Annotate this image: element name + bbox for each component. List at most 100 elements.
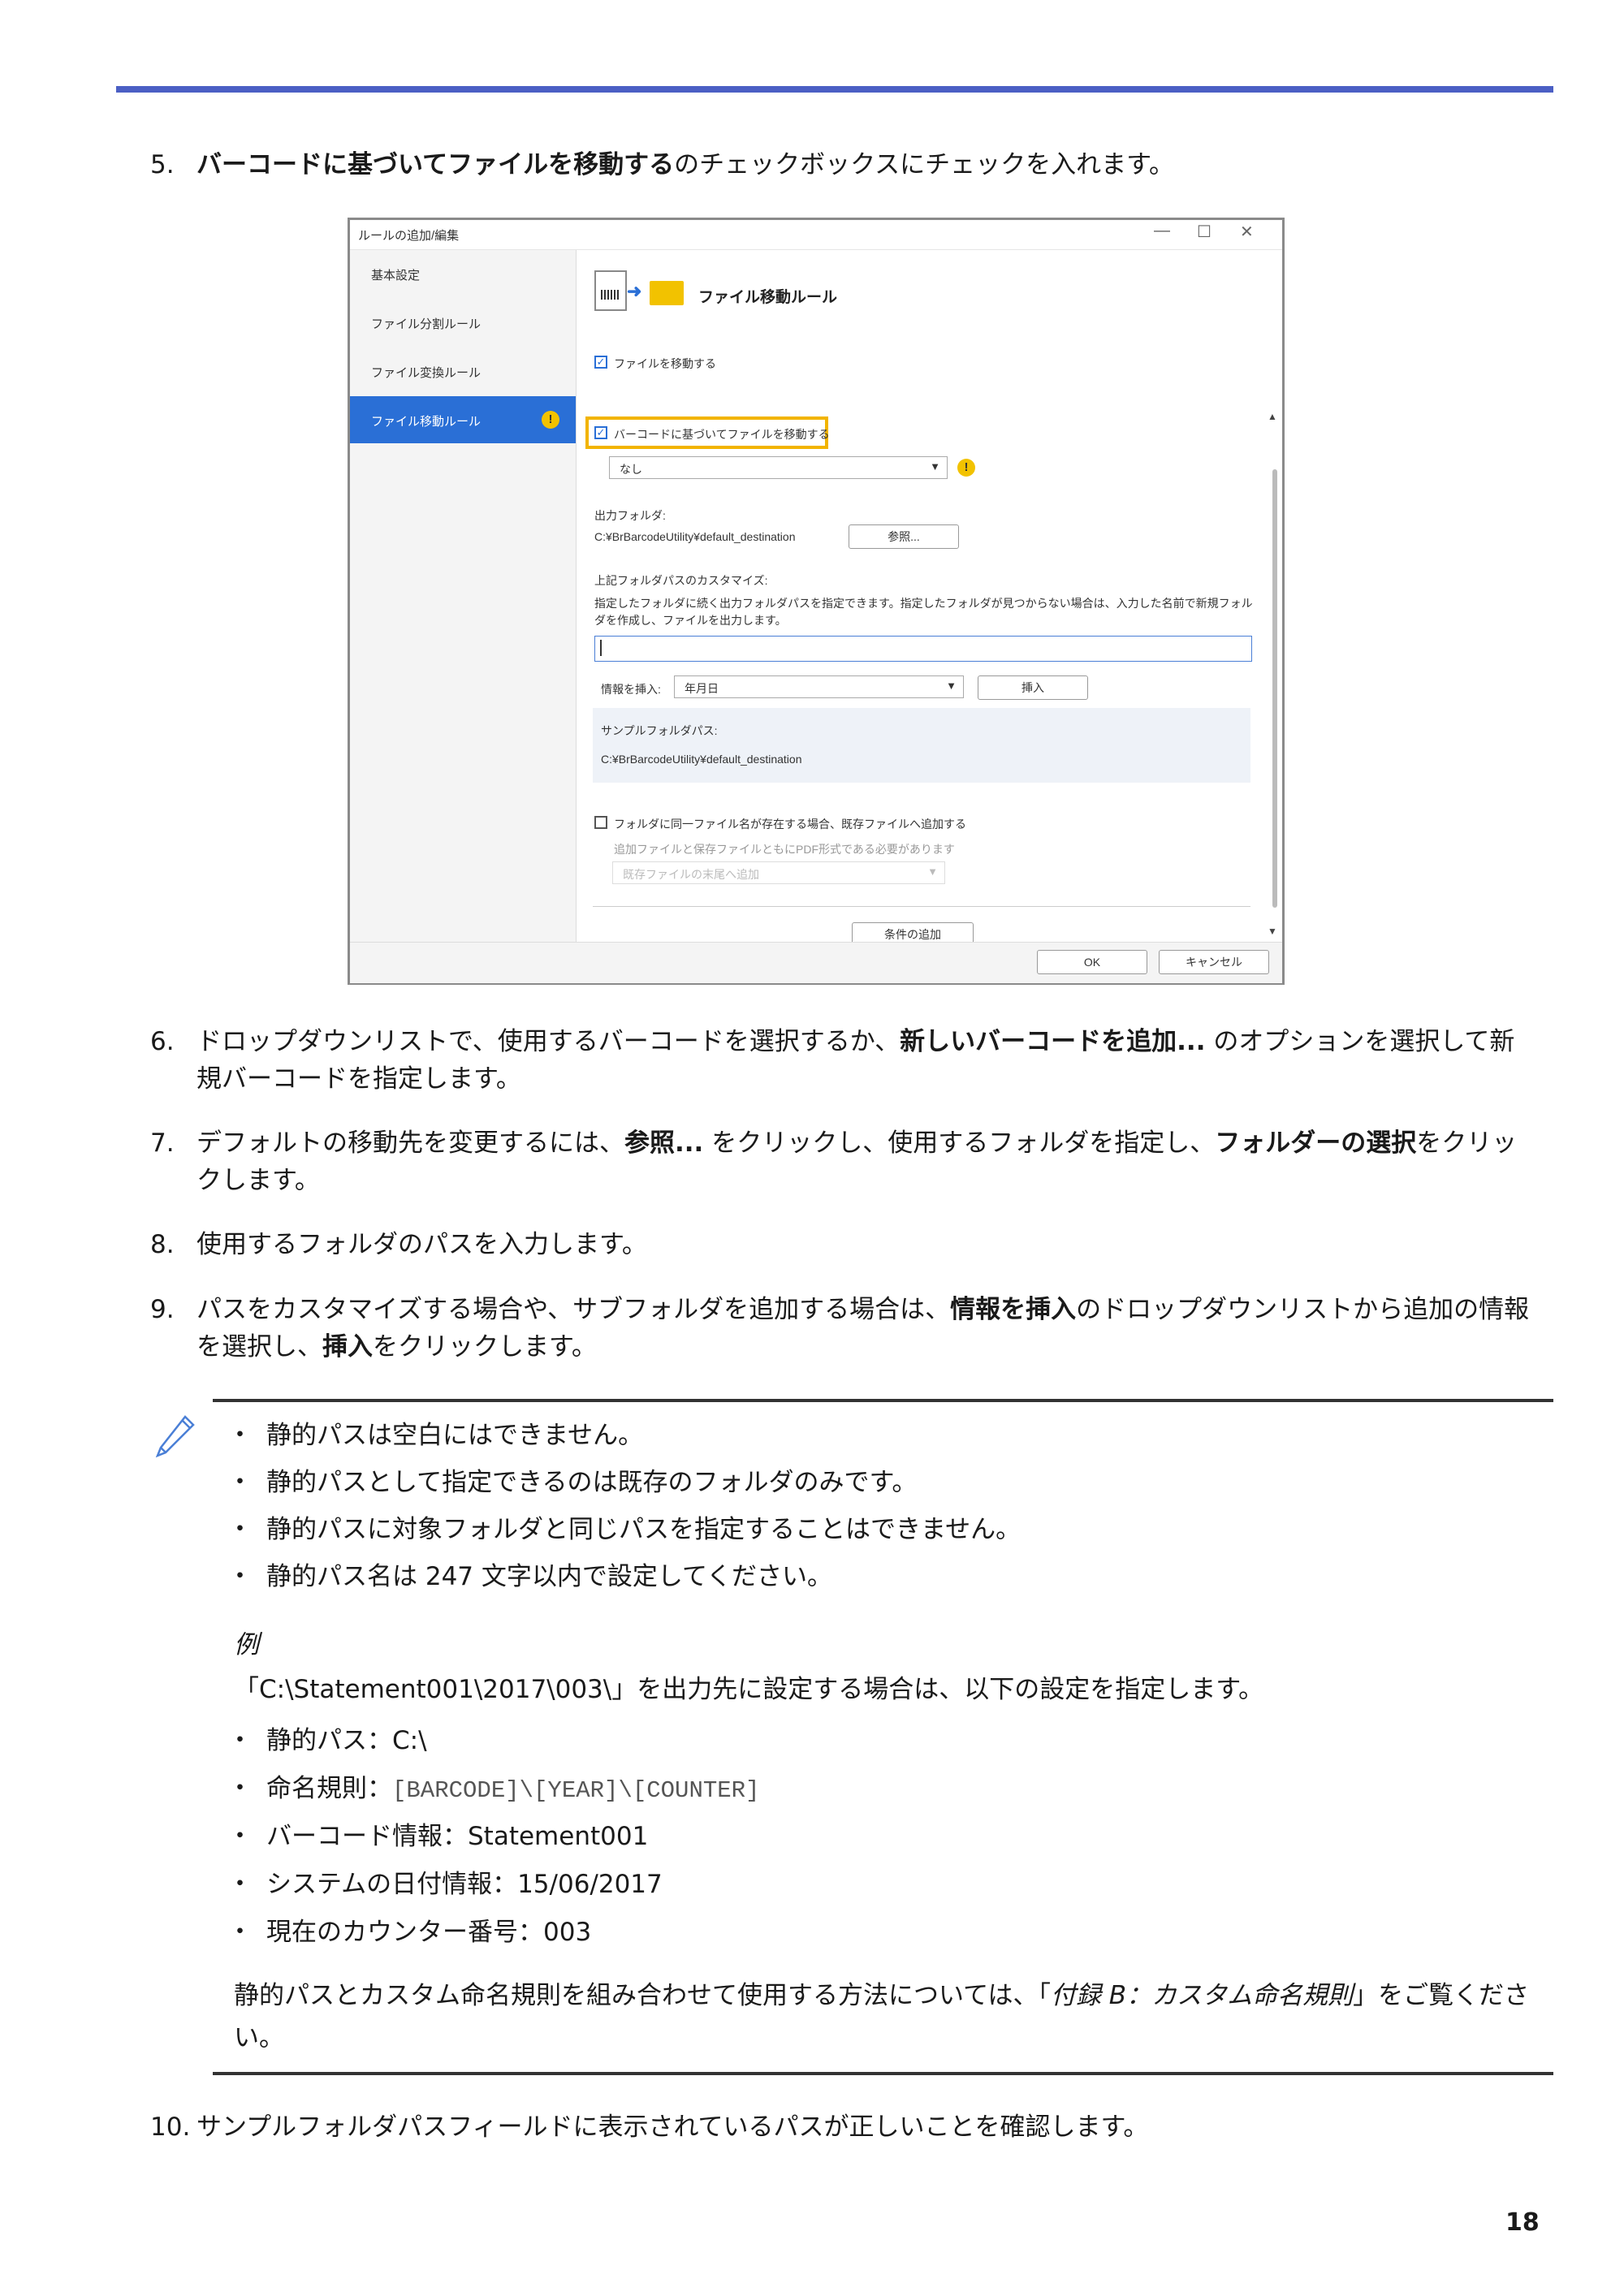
cancel-button[interactable]: キャンセル — [1159, 950, 1269, 974]
sidebar-item-move-rule[interactable]: ファイル移動ルール! — [350, 396, 576, 443]
maximize-icon[interactable]: ☐ — [1197, 222, 1212, 242]
step-bold: バーコードに基づいてファイルを移動する — [197, 150, 675, 179]
example-value: Statement001 — [468, 1822, 649, 1851]
window-title: ルールの追加/編集 — [358, 229, 460, 243]
step-bold: 参照... — [624, 1129, 704, 1158]
scrollbar[interactable] — [1271, 421, 1279, 924]
page-number: 18 — [1505, 2208, 1540, 2237]
customize-label: 上記フォルダパスのカスタマイズ: — [594, 574, 768, 587]
insert-info-select[interactable]: 年月日 ▼ — [674, 675, 964, 698]
note-bottom-rule — [213, 2072, 1553, 2075]
example-key: 静的パス： — [266, 1726, 392, 1755]
pencil-icon — [155, 1415, 195, 1458]
step-number: 5. — [150, 150, 175, 179]
folder-icon — [650, 281, 684, 305]
step-text: ドロップダウンリストで、使用するバーコードを選択するか、 — [197, 1027, 901, 1056]
dialog-footer: OK キャンセル — [350, 942, 1282, 983]
step-7: 7. デフォルトの移動先を変更するには、参照... をクリックし、使用するフォル… — [150, 1124, 1531, 1199]
barcode-select-value: なし — [620, 463, 642, 476]
append-mode-value: 既存ファイルの末尾へ追加 — [623, 868, 759, 881]
sample-path-box: サンプルフォルダパス: C:¥BrBarcodeUtility¥default_… — [593, 708, 1250, 783]
note-bullet: ・静的パスは空白にはできません。 — [227, 1417, 643, 1454]
close-icon[interactable]: ✕ — [1240, 222, 1254, 242]
bullet-glyph: ・ — [227, 1918, 253, 1947]
sample-path-value: C:¥BrBarcodeUtility¥default_destination — [601, 753, 802, 766]
example-item: ・現在のカウンター番号：003 — [227, 1914, 591, 1951]
note-bullet: ・静的パスとして指定できるのは既存のフォルダのみです。 — [227, 1464, 917, 1501]
step-5: 5. バーコードに基づいてファイルを移動するのチェックボックスにチェックを入れま… — [150, 146, 1531, 183]
closing-text: 静的パスとカスタム命名規則を組み合わせて使用する方法については、「 — [234, 1981, 1051, 2010]
note-bullet-text: 静的パスとして指定できるのは既存のフォルダのみです。 — [266, 1468, 918, 1497]
step-number: 6. — [150, 1027, 175, 1056]
move-by-barcode-checkbox[interactable]: ✓ — [594, 426, 607, 439]
append-mode-select[interactable]: 既存ファイルの末尾へ追加 ▼ — [612, 861, 945, 884]
output-folder-label: 出力フォルダ: — [594, 509, 666, 522]
sidebar-item-label: 基本設定 — [371, 269, 421, 283]
step-bold: 新しいバーコードを追加... — [900, 1027, 1206, 1056]
sidebar: 基本設定 ファイル分割ルール ファイル変換ルール ファイル移動ルール! — [350, 250, 577, 942]
example-item: ・命名規則：[BARCODE]\[YEAR]\[COUNTER] — [227, 1770, 759, 1810]
step-text: パスをカスタマイズする場合や、サブフォルダを追加する場合は、 — [197, 1295, 951, 1324]
output-folder-path: C:¥BrBarcodeUtility¥default_destination — [594, 530, 796, 543]
browse-button[interactable]: 参照... — [849, 524, 959, 549]
append-existing-label: フォルダに同一ファイル名が存在する場合、既存ファイルへ追加する — [614, 818, 966, 831]
step-text: サンプルフォルダパスフィールドに表示されているパスが正しいことを確認します。 — [197, 2113, 1149, 2142]
bullet-glyph: ・ — [227, 1726, 253, 1755]
note-bullet: ・静的パス名は 247 文字以内で設定してください。 — [227, 1558, 832, 1595]
step-9: 9. パスをカスタマイズする場合や、サブフォルダを追加する場合は、情報を挿入のド… — [150, 1291, 1531, 1366]
step-text: をクリックします。 — [373, 1332, 597, 1362]
bullet-glyph: ・ — [227, 1468, 253, 1497]
scroll-down-icon[interactable]: ▼ — [1268, 926, 1277, 937]
move-files-label: ファイルを移動する — [614, 357, 716, 370]
example-value: 15/06/2017 — [517, 1870, 663, 1899]
rule-title: ファイル移動ルール — [698, 289, 838, 306]
move-by-barcode-label: バーコードに基づいてファイルを移動する — [614, 428, 830, 441]
custom-path-input[interactable] — [594, 636, 1252, 662]
insert-info-label: 情報を挿入: — [601, 683, 661, 696]
step-bold: フォルダーの選択 — [1215, 1129, 1417, 1158]
scrollbar-thumb[interactable] — [1272, 469, 1277, 908]
ok-button[interactable]: OK — [1037, 950, 1147, 974]
example-intro: 「C:\Statement001\2017\003\」を出力先に設定する場合は、… — [234, 1675, 1264, 1704]
step-number: 10. — [150, 2113, 191, 2142]
sidebar-item-label: ファイル移動ルール — [371, 415, 482, 429]
step-text: のチェックボックスにチェックを入れます。 — [674, 150, 1175, 179]
bullet-glyph: ・ — [227, 1562, 253, 1591]
sidebar-item-basic[interactable]: 基本設定 — [350, 250, 576, 297]
step-number: 8. — [150, 1230, 175, 1259]
warning-icon: ! — [957, 459, 975, 477]
bullet-glyph: ・ — [227, 1774, 253, 1803]
sidebar-item-convert-rule[interactable]: ファイル変換ルール — [350, 347, 576, 395]
example-key: バーコード情報： — [266, 1822, 468, 1851]
chevron-down-icon: ▼ — [930, 460, 940, 473]
insert-info-value: 年月日 — [685, 682, 719, 695]
barcode-select[interactable]: なし ▼ — [609, 456, 948, 479]
note-bullet-text: 静的パスに対象フォルダと同じパスを指定することはできません。 — [266, 1515, 1021, 1544]
arrow-right-icon: ➜ — [627, 281, 642, 301]
step-10: 10. サンプルフォルダパスフィールドに表示されているパスが正しいことを確認しま… — [150, 2108, 1531, 2146]
bullet-glyph: ・ — [227, 1515, 253, 1544]
chevron-down-icon: ▼ — [927, 865, 938, 878]
divider — [593, 906, 1250, 907]
minimize-icon[interactable]: — — [1154, 222, 1170, 240]
move-files-checkbox[interactable]: ✓ — [594, 356, 607, 369]
example-value: 003 — [543, 1918, 592, 1947]
note-bullet: ・静的パスに対象フォルダと同じパスを指定することはできません。 — [227, 1511, 1021, 1548]
step-text: をクリックし、使用するフォルダを指定し、 — [703, 1129, 1216, 1158]
bullet-glyph: ・ — [227, 1870, 253, 1899]
bullet-glyph: ・ — [227, 1421, 253, 1450]
note-bullet-text: 静的パス名は 247 文字以内で設定してください。 — [266, 1562, 833, 1591]
warning-icon: ! — [542, 411, 559, 429]
text-cursor — [600, 640, 602, 656]
step-number: 7. — [150, 1129, 175, 1158]
sample-path-label: サンプルフォルダパス: — [601, 724, 718, 737]
step-6: 6. ドロップダウンリストで、使用するバーコードを選択するか、新しいバーコードを… — [150, 1023, 1531, 1098]
append-existing-checkbox[interactable] — [594, 816, 607, 829]
insert-button[interactable]: 挿入 — [978, 675, 1088, 700]
bullet-glyph: ・ — [227, 1822, 253, 1851]
note-bullet-text: 静的パスは空白にはできません。 — [266, 1421, 644, 1450]
sidebar-item-split-rule[interactable]: ファイル分割ルール — [350, 299, 576, 346]
step-number: 9. — [150, 1295, 175, 1324]
example-key: 現在のカウンター番号： — [266, 1918, 543, 1947]
sidebar-item-label: ファイル変換ルール — [371, 366, 482, 380]
